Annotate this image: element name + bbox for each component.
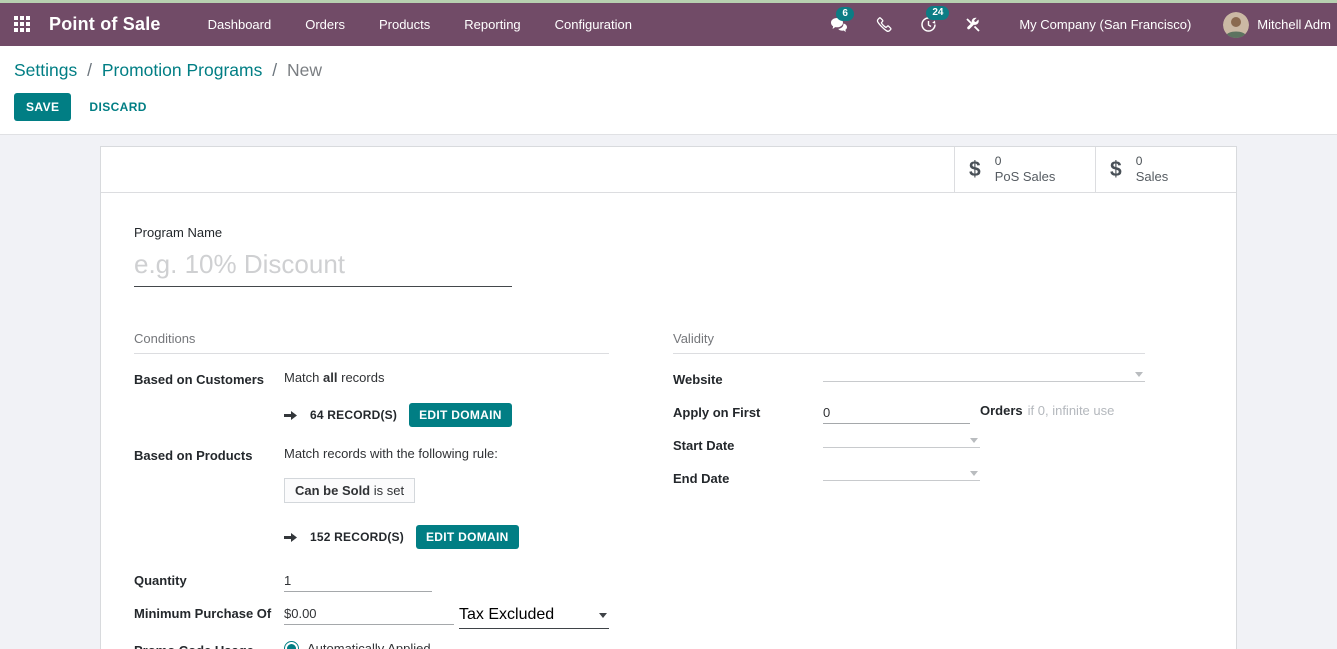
chevron-down-icon: [970, 438, 978, 443]
messages-icon[interactable]: 6: [818, 11, 860, 39]
chevron-down-icon: [599, 613, 607, 618]
end-date-row: End Date: [673, 469, 1145, 490]
content-area: $ 0 PoS Sales $ 0 Sales Program Name: [0, 135, 1337, 649]
activities-icon[interactable]: 24: [908, 10, 949, 39]
conditions-heading: Conditions: [134, 331, 609, 354]
nav-item-reporting[interactable]: Reporting: [451, 11, 533, 38]
end-date-label: End Date: [673, 469, 823, 486]
end-date-select[interactable]: [823, 469, 980, 481]
website-row: Website: [673, 370, 1145, 391]
start-date-select[interactable]: [823, 436, 980, 448]
minimum-purchase-input[interactable]: [284, 604, 454, 625]
quantity-input[interactable]: [284, 571, 432, 592]
quantity-row: Quantity: [134, 571, 609, 592]
avatar: [1223, 12, 1249, 38]
nav-menu: Dashboard Orders Products Reporting Conf…: [195, 11, 645, 38]
apply-on-first-input[interactable]: [823, 403, 970, 424]
validity-heading: Validity: [673, 331, 1145, 354]
customers-domain-text: Match all records: [284, 370, 384, 385]
customers-edit-domain-button[interactable]: EDIT DOMAIN: [409, 403, 512, 427]
nav-item-products[interactable]: Products: [366, 11, 443, 38]
based-on-products-label: Based on Products: [134, 446, 284, 463]
control-panel: Settings / Promotion Programs / New SAVE…: [0, 46, 1337, 135]
promo-auto-radio[interactable]: [284, 641, 299, 649]
website-select[interactable]: [823, 370, 1145, 382]
promo-auto-label[interactable]: Automatically Applied: [307, 641, 431, 649]
program-name-input[interactable]: [134, 243, 512, 287]
orders-suffix: Orders: [980, 403, 1023, 418]
customers-record-count-link[interactable]: 64 RECORD(S): [310, 408, 397, 422]
products-edit-domain-button[interactable]: EDIT DOMAIN: [416, 525, 519, 549]
nav-item-configuration[interactable]: Configuration: [542, 11, 645, 38]
sales-label: Sales: [1136, 169, 1169, 185]
customers-records-line: 64 RECORD(S) EDIT DOMAIN: [284, 403, 512, 427]
sales-value: 0: [1136, 154, 1169, 169]
wrench-icon: [965, 17, 981, 33]
messages-badge: 6: [836, 7, 854, 21]
breadcrumb-separator: /: [267, 60, 282, 80]
validity-group: Validity Website Apply on First Orders i…: [673, 331, 1145, 649]
discard-button[interactable]: DISCARD: [77, 93, 158, 121]
program-name-label: Program Name: [134, 225, 1203, 240]
breadcrumb-current: New: [287, 60, 322, 80]
stat-button-bar: $ 0 PoS Sales $ 0 Sales: [101, 147, 1236, 193]
phone-glyph-icon: [876, 17, 892, 33]
systray: 6 24 My Company (San Francisco): [818, 8, 1337, 42]
quantity-label: Quantity: [134, 571, 284, 588]
start-date-label: Start Date: [673, 436, 823, 453]
promo-option-auto: Automatically Applied: [284, 641, 431, 649]
based-on-products-row: Based on Products Match records with the…: [134, 446, 609, 467]
promo-code-usage-label: Promo Code Usage: [134, 641, 284, 649]
breadcrumb-settings[interactable]: Settings: [14, 60, 77, 80]
breadcrumb-separator: /: [82, 60, 97, 80]
arrow-right-icon: [284, 532, 298, 543]
stat-button-pos-sales[interactable]: $ 0 PoS Sales: [954, 147, 1095, 192]
apps-menu-icon[interactable]: [14, 16, 31, 33]
pos-sales-value: 0: [995, 154, 1056, 169]
user-menu[interactable]: Mitchell Adm: [1217, 8, 1337, 42]
promo-code-usage-row: Promo Code Usage Automatically Applied U…: [134, 641, 609, 649]
chevron-down-icon: [970, 471, 978, 476]
dollar-icon: $: [969, 158, 981, 182]
save-button[interactable]: SAVE: [14, 93, 71, 121]
user-name: Mitchell Adm: [1257, 17, 1331, 32]
phone-icon[interactable]: [864, 11, 904, 39]
start-date-row: Start Date: [673, 436, 1145, 457]
nav-item-orders[interactable]: Orders: [292, 11, 358, 38]
app-brand[interactable]: Point of Sale: [49, 14, 161, 35]
based-on-customers-row: Based on Customers Match all records: [134, 370, 609, 391]
arrow-right-icon: [284, 410, 298, 421]
activities-badge: 24: [926, 6, 949, 20]
pos-sales-label: PoS Sales: [995, 169, 1056, 185]
website-label: Website: [673, 370, 823, 387]
tax-mode-select[interactable]: Tax Excluded: [459, 604, 609, 629]
main-navbar: Point of Sale Dashboard Orders Products …: [0, 3, 1337, 46]
products-record-count-link[interactable]: 152 RECORD(S): [310, 530, 404, 544]
sheet-body: Program Name Conditions Based on Custome…: [101, 193, 1236, 649]
dollar-icon: $: [1110, 158, 1122, 182]
minimum-purchase-row: Minimum Purchase Of Tax Excluded: [134, 604, 609, 629]
nav-item-dashboard[interactable]: Dashboard: [195, 11, 285, 38]
products-rule-tag[interactable]: Can be Sold is set: [284, 478, 415, 503]
conditions-group: Conditions Based on Customers Match all …: [134, 331, 609, 649]
apply-on-first-label: Apply on First: [673, 403, 823, 420]
stat-button-sales[interactable]: $ 0 Sales: [1095, 147, 1236, 192]
based-on-customers-label: Based on Customers: [134, 370, 284, 387]
control-panel-buttons: SAVE DISCARD: [14, 93, 1323, 121]
debug-tools-icon[interactable]: [953, 11, 993, 39]
breadcrumb-promotion-programs[interactable]: Promotion Programs: [102, 60, 262, 80]
breadcrumb: Settings / Promotion Programs / New: [14, 60, 1323, 81]
apply-on-first-row: Apply on First Orders if 0, infinite use: [673, 403, 1145, 424]
form-sheet: $ 0 PoS Sales $ 0 Sales Program Name: [100, 146, 1237, 649]
products-domain-text: Match records with the following rule:: [284, 446, 498, 461]
chevron-down-icon: [1135, 372, 1143, 377]
program-name-block: Program Name: [134, 225, 1203, 287]
products-records-line: 152 RECORD(S) EDIT DOMAIN: [284, 525, 519, 549]
company-switcher[interactable]: My Company (San Francisco): [1005, 11, 1205, 38]
infinite-use-hint: if 0, infinite use: [1028, 403, 1115, 418]
minimum-purchase-label: Minimum Purchase Of: [134, 604, 284, 621]
